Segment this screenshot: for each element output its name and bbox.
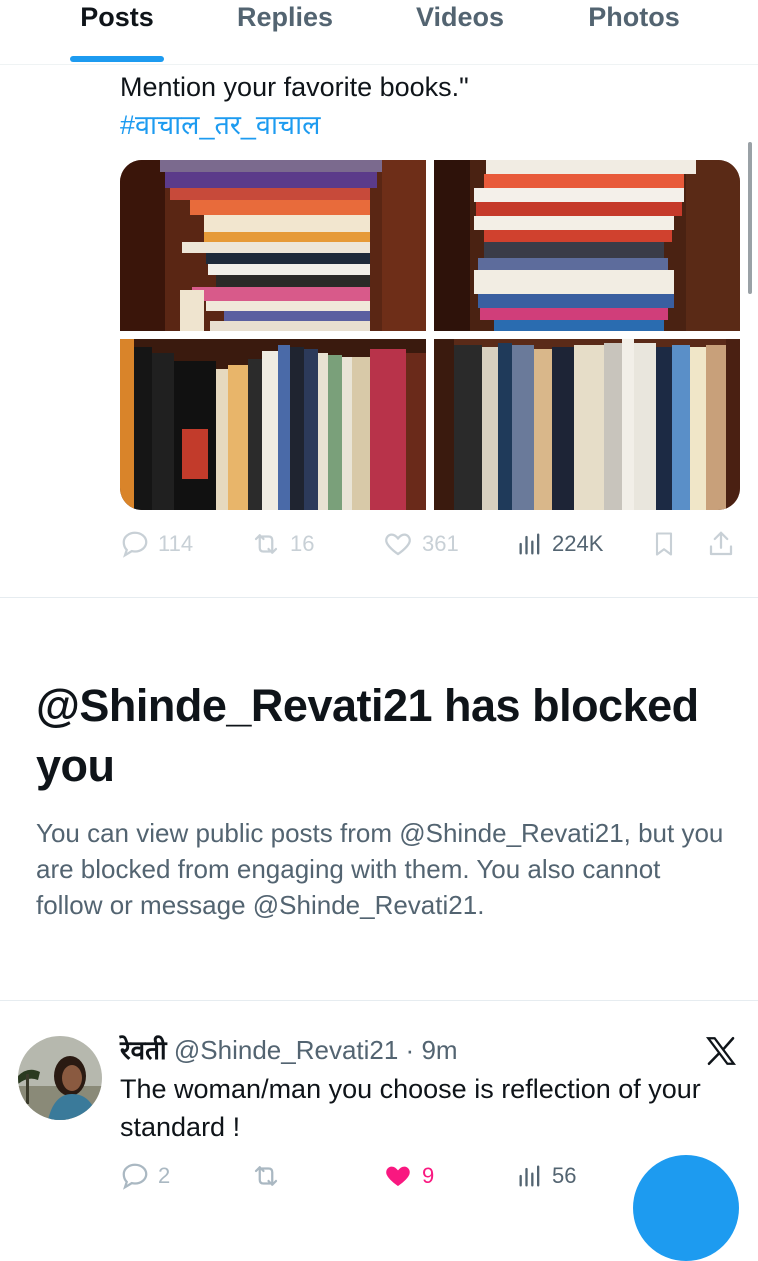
post-image-1[interactable] <box>120 160 426 331</box>
like-button[interactable]: 9 <box>382 1158 434 1194</box>
author-handle: @Shinde_Revati21 <box>173 1035 399 1065</box>
post-timestamp: 9m <box>421 1035 458 1065</box>
avatar[interactable] <box>18 1036 102 1120</box>
x-logo-icon <box>704 1034 738 1068</box>
view-count: 56 <box>552 1163 577 1188</box>
reply-count: 114 <box>158 531 194 556</box>
heart-icon <box>385 533 411 556</box>
views-icon <box>519 1165 540 1187</box>
views-icon <box>519 533 540 555</box>
tab-photos[interactable]: Photos <box>576 2 692 42</box>
tab-posts[interactable]: Posts <box>66 2 168 42</box>
tab-replies[interactable]: Replies <box>226 2 344 42</box>
separator-dot: · <box>398 1035 422 1065</box>
post-text: Mention your favorite books." <box>120 72 469 102</box>
reply-count: 2 <box>158 1163 171 1188</box>
divider <box>0 1000 758 1001</box>
post-author[interactable]: रेवती @Shinde_Revati21 · 9m <box>120 1032 458 1068</box>
repost-count: 16 <box>290 531 315 556</box>
like-button[interactable]: 361 <box>382 526 459 562</box>
reply-button[interactable]: 114 <box>120 526 193 562</box>
post-actions: 114 16 361 224K <box>120 526 740 562</box>
like-count: 361 <box>422 531 459 556</box>
bookmark-icon <box>655 532 673 556</box>
share-icon <box>709 531 733 556</box>
profile-tabs: Posts Replies Videos Photos <box>0 0 758 65</box>
repost-icon <box>254 534 278 554</box>
views-button[interactable]: 56 <box>516 1158 576 1194</box>
post-image-3[interactable] <box>120 339 426 510</box>
bookmark-button[interactable] <box>650 526 678 562</box>
repost-button[interactable]: 16 <box>250 526 314 562</box>
scrollbar[interactable] <box>748 142 752 294</box>
post-image-4[interactable] <box>434 339 740 510</box>
view-count: 224K <box>552 531 604 556</box>
display-name: रेवती <box>120 1035 167 1065</box>
post-image-2[interactable] <box>434 160 740 331</box>
heart-filled-icon <box>386 1166 410 1186</box>
post-media-grid <box>120 160 740 510</box>
tab-videos[interactable]: Videos <box>404 2 516 42</box>
repost-icon <box>254 1166 278 1186</box>
views-button[interactable]: 224K <box>516 526 603 562</box>
share-button[interactable] <box>706 526 736 562</box>
active-tab-indicator <box>70 56 164 62</box>
divider <box>0 597 758 598</box>
repost-button[interactable] <box>250 1158 282 1194</box>
hashtag-link[interactable]: #वाचाल_तर_वाचाल <box>120 106 320 144</box>
post-text: The woman/man you choose is reflection o… <box>120 1074 701 1142</box>
blocked-description: You can view public posts from @Shinde_R… <box>36 818 724 920</box>
compose-button[interactable] <box>633 1155 739 1261</box>
reply-icon <box>122 531 148 558</box>
reply-icon <box>122 1163 148 1190</box>
like-count: 9 <box>422 1163 435 1188</box>
blocked-title: @Shinde_Revati21 has blocked you <box>36 680 699 791</box>
reply-button[interactable]: 2 <box>120 1158 170 1194</box>
